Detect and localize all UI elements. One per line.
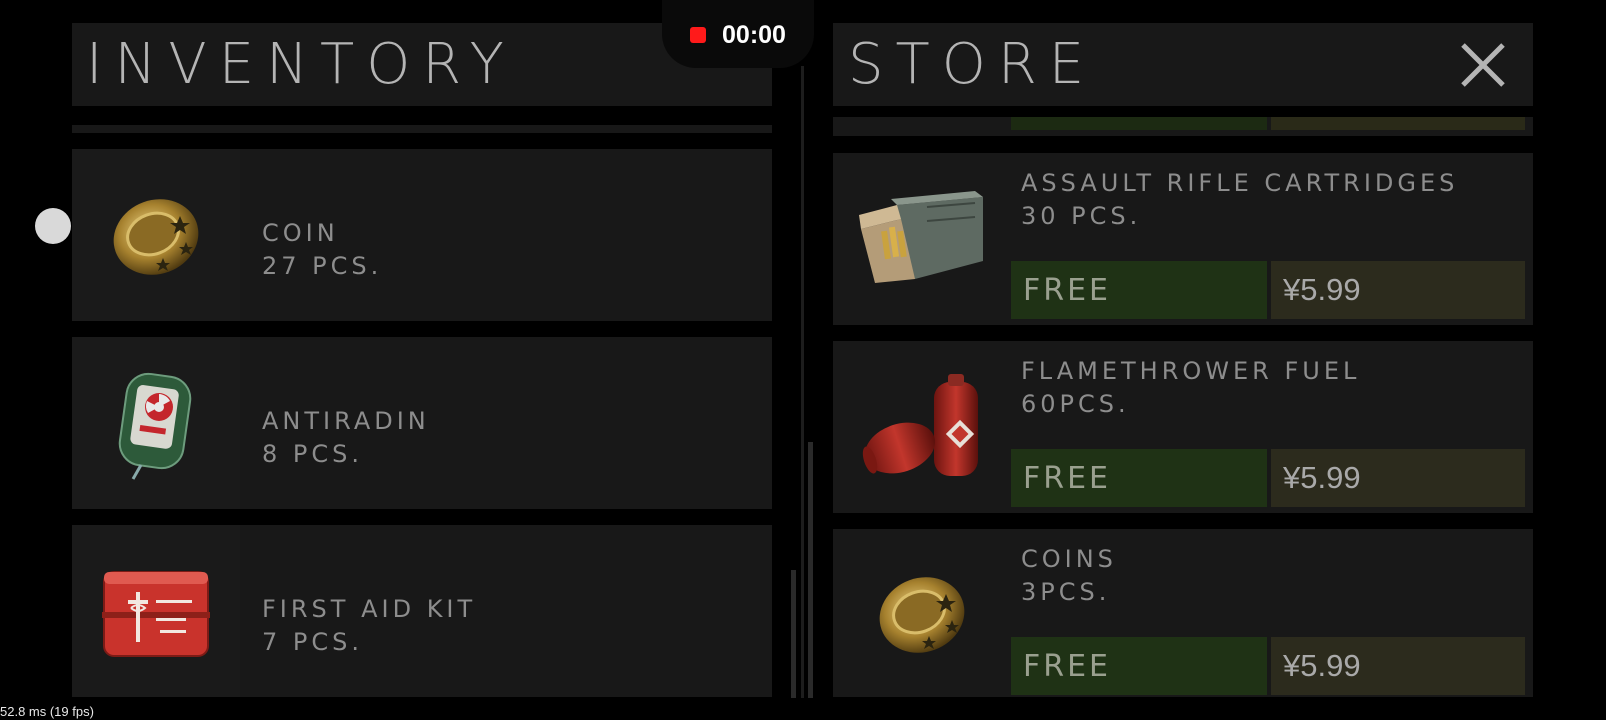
store-item-text: ASSAULT RIFLE CARTRIDGES 30 PCS. xyxy=(1021,167,1458,233)
item-name: FIRST AID KIT xyxy=(262,595,477,623)
inventory-item-text: FIRST AID KIT 7 PCS. xyxy=(262,593,476,659)
store-partial-row xyxy=(833,117,1533,136)
store-item-icon-cell xyxy=(833,341,1011,513)
store-item-flamethrower-fuel: FLAMETHROWER FUEL 60PCS. FREE ¥5.99 xyxy=(833,341,1533,513)
buy-price-button[interactable]: ¥5.99 xyxy=(1271,449,1525,507)
inventory-partial-row xyxy=(72,125,772,133)
store-title: STORE xyxy=(848,31,1097,97)
store-item-icon-cell xyxy=(833,153,1011,325)
recording-time: 00:00 xyxy=(722,20,786,49)
item-name: ASSAULT RIFLE CARTRIDGES xyxy=(1021,169,1459,197)
free-button[interactable]: FREE xyxy=(1011,637,1267,695)
coin-icon xyxy=(113,199,199,275)
record-dot-icon xyxy=(690,27,707,43)
ammo-box-icon xyxy=(859,191,983,283)
store-item-text: FLAMETHROWER FUEL 60PCS. xyxy=(1021,355,1360,421)
inventory-item-icon-cell xyxy=(72,337,240,509)
coin-icon xyxy=(879,577,965,653)
store-scrollbar[interactable] xyxy=(808,442,813,698)
store-item-text: COINS 3PCS. xyxy=(1021,543,1117,609)
fuel-canister-icon xyxy=(862,374,978,476)
store-header: STORE xyxy=(833,23,1533,106)
item-quantity: 3PCS. xyxy=(1021,578,1111,606)
inventory-item-coin[interactable]: COIN 27 PCS. xyxy=(72,149,772,321)
item-name: ANTIRADIN xyxy=(262,407,430,435)
close-button[interactable] xyxy=(1459,41,1507,89)
store-item-icon-cell xyxy=(833,529,1011,697)
buy-price-button[interactable]: ¥5.99 xyxy=(1271,637,1525,695)
free-button[interactable]: FREE xyxy=(1011,261,1267,319)
item-name: COINS xyxy=(1021,545,1117,573)
item-quantity: 8 PCS. xyxy=(262,440,363,468)
fps-readout: 52.8 ms (19 fps) xyxy=(0,704,94,719)
store-item-assault-rifle-cartridges: ASSAULT RIFLE CARTRIDGES 30 PCS. FREE ¥5… xyxy=(833,153,1533,325)
item-name: FLAMETHROWER FUEL xyxy=(1021,357,1361,385)
inventory-item-text: ANTIRADIN 8 PCS. xyxy=(262,405,430,471)
panel-divider xyxy=(801,66,804,698)
inventory-scrollbar[interactable] xyxy=(791,570,796,698)
store-item-coins: COINS 3PCS. FREE ¥5.99 xyxy=(833,529,1533,697)
recording-indicator[interactable]: 00:00 xyxy=(662,0,814,68)
item-quantity: 7 PCS. xyxy=(262,628,363,656)
inventory-item-first-aid-kit[interactable]: FIRST AID KIT 7 PCS. xyxy=(72,525,772,697)
free-button[interactable]: FREE xyxy=(1011,449,1267,507)
inventory-item-icon-cell xyxy=(72,525,240,697)
item-name: COIN xyxy=(262,219,339,247)
inventory-item-text: COIN 27 PCS. xyxy=(262,217,382,283)
inventory-title: INVENTORY xyxy=(86,31,516,97)
buy-price-button[interactable]: ¥5.99 xyxy=(1271,261,1525,319)
inventory-item-icon-cell xyxy=(72,149,240,321)
item-quantity: 27 PCS. xyxy=(262,252,383,280)
first-aid-kit-icon xyxy=(102,571,210,657)
antiradin-icon xyxy=(118,372,192,480)
item-quantity: 30 PCS. xyxy=(1021,202,1142,230)
floating-assistive-button[interactable] xyxy=(35,208,71,244)
item-quantity: 60PCS. xyxy=(1021,390,1130,418)
close-icon xyxy=(1461,43,1505,87)
inventory-item-antiradin[interactable]: ANTIRADIN 8 PCS. xyxy=(72,337,772,509)
